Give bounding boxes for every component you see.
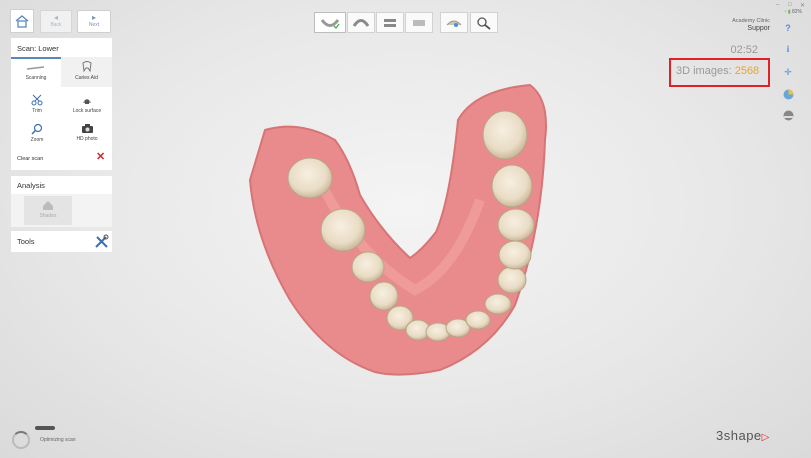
lock-surface-icon bbox=[83, 99, 91, 104]
scan-3d-model[interactable] bbox=[240, 80, 560, 380]
tab-caries-aid-label: Caries Aid bbox=[75, 75, 98, 81]
clear-scan-button[interactable]: ✕ bbox=[96, 152, 105, 163]
tooth-icon bbox=[81, 61, 92, 73]
zoom-tool[interactable]: Zoom bbox=[13, 123, 61, 143]
scanner-device bbox=[35, 419, 57, 437]
occlusion-icon bbox=[446, 20, 462, 27]
back-button[interactable]: ◂ Back bbox=[40, 10, 72, 33]
scan-timer: 02:52 bbox=[730, 44, 758, 56]
tab-caries-aid[interactable]: Caries Aid bbox=[61, 57, 112, 87]
crosshair-icon: ✛ bbox=[784, 66, 792, 77]
view-mode-icon bbox=[783, 110, 793, 120]
arrow-left-icon: ◂ bbox=[53, 13, 58, 22]
tool-bite-scan-2[interactable] bbox=[405, 12, 433, 33]
tools-title: Tools bbox=[17, 237, 35, 246]
clear-scan-label: Clear scan bbox=[17, 156, 44, 162]
next-button[interactable]: ▸ Next bbox=[77, 10, 111, 33]
close-window-button[interactable]: ✕ bbox=[800, 2, 805, 9]
bite-icon bbox=[384, 18, 396, 27]
lock-surface-label: Lock surface bbox=[72, 108, 102, 114]
shades-button[interactable]: Shades bbox=[24, 196, 72, 225]
trim-label: Trim bbox=[32, 108, 42, 114]
view-mode-button[interactable] bbox=[781, 108, 795, 122]
brand-text: 3shape bbox=[716, 428, 762, 443]
optimizing-status: Optimizing scan bbox=[40, 437, 76, 443]
progress-spinner bbox=[12, 431, 30, 449]
info-icon: i bbox=[786, 44, 790, 54]
help-icon: ? bbox=[785, 23, 791, 33]
brand-mark-icon: ▷ bbox=[761, 432, 770, 443]
analysis-panel: Analysis Shades bbox=[11, 176, 112, 227]
tab-scanning[interactable]: Scanning bbox=[11, 57, 61, 87]
camera-icon bbox=[81, 124, 93, 133]
tool-bite-scan[interactable] bbox=[376, 12, 404, 33]
upper-jaw-icon bbox=[352, 18, 370, 27]
hd-photo-label: HD photo bbox=[76, 136, 98, 142]
minimize-button[interactable]: – bbox=[776, 2, 779, 8]
zoom-label: Zoom bbox=[30, 137, 44, 143]
hd-photo-tool[interactable]: HD photo bbox=[63, 123, 111, 142]
inspect-icon bbox=[477, 16, 491, 30]
arrow-right-icon: ▸ bbox=[91, 13, 96, 22]
scissors-icon bbox=[31, 94, 43, 106]
scanner-device-icon bbox=[35, 426, 55, 430]
battery-level: 82% bbox=[791, 9, 802, 15]
center-view-button[interactable]: ✛ bbox=[781, 65, 795, 79]
bite-side-icon bbox=[413, 19, 425, 26]
analysis-title: Analysis bbox=[17, 181, 45, 190]
info-button[interactable]: i bbox=[781, 42, 795, 56]
tool-occlusion[interactable] bbox=[440, 12, 468, 33]
tool-upper-scan[interactable] bbox=[347, 12, 375, 33]
restore-button[interactable]: □ bbox=[788, 2, 792, 8]
help-button[interactable]: ? bbox=[781, 21, 795, 35]
trim-tool[interactable]: Trim bbox=[13, 94, 61, 114]
clinic-name: Academy Clinic bbox=[732, 18, 770, 24]
tool-lower-scan[interactable] bbox=[314, 12, 346, 33]
texture-toggle-button[interactable] bbox=[781, 87, 795, 101]
home-button[interactable] bbox=[10, 9, 34, 33]
brand-logo: 3shape▷ bbox=[716, 428, 770, 443]
images-counter: 3D images: 2568 bbox=[676, 65, 759, 77]
scan-panel: Scan: Lower Scanning Caries Aid Trim Loc… bbox=[11, 38, 112, 170]
tool-inspect[interactable] bbox=[470, 12, 498, 33]
images-count: 2568 bbox=[734, 65, 760, 77]
tools-button[interactable] bbox=[94, 234, 109, 254]
color-wheel-icon bbox=[783, 89, 793, 99]
scan-panel-title: Scan: Lower bbox=[17, 44, 59, 53]
shades-label: Shades bbox=[39, 213, 57, 219]
lock-surface-tool[interactable]: Lock surface bbox=[63, 94, 111, 114]
battery-icon: ▮ bbox=[787, 9, 791, 15]
tab-scanning-label: Scanning bbox=[25, 75, 47, 81]
images-label: 3D images: bbox=[676, 65, 735, 77]
next-label: Next bbox=[88, 22, 100, 28]
user-name: Suppor bbox=[747, 25, 770, 32]
home-icon bbox=[15, 14, 29, 28]
lower-jaw-icon bbox=[320, 18, 340, 29]
close-icon: ✕ bbox=[96, 151, 106, 163]
scanner-icon bbox=[26, 66, 45, 70]
zoom-icon bbox=[31, 123, 43, 135]
tools-panel: Tools bbox=[11, 231, 112, 252]
wifi-icon: ◔ bbox=[783, 9, 787, 15]
shades-icon bbox=[43, 201, 53, 210]
tools-icon bbox=[95, 234, 109, 248]
back-label: Back bbox=[50, 22, 62, 28]
